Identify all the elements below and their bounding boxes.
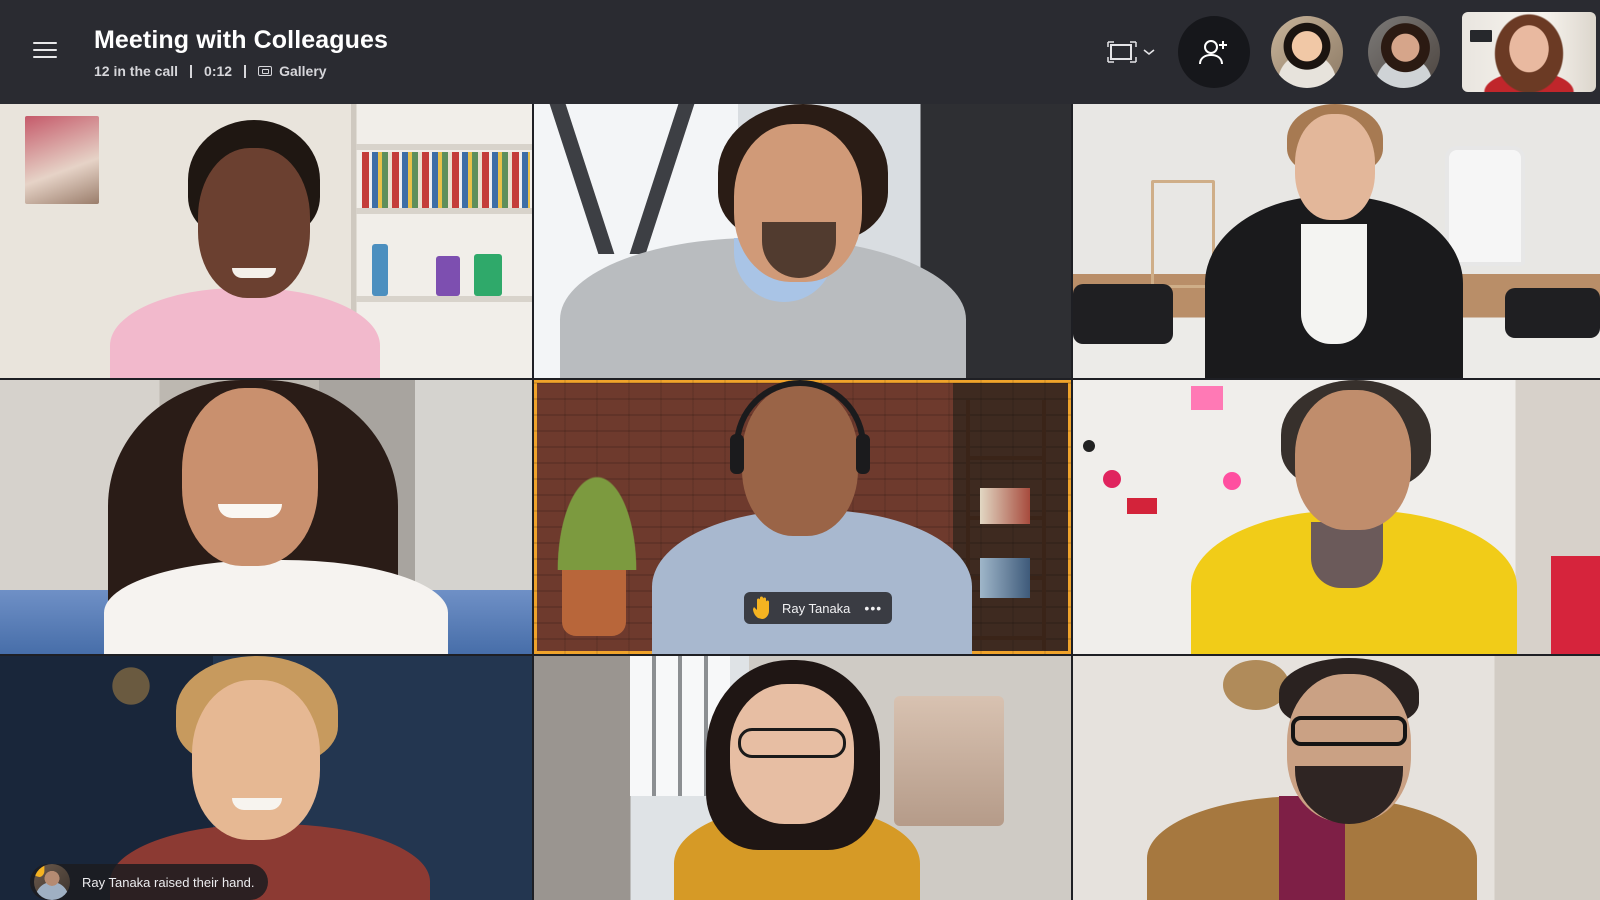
add-participant-button[interactable] [1178, 16, 1250, 88]
add-person-icon [1199, 40, 1227, 65]
participant-avatar[interactable] [1271, 16, 1343, 88]
hamburger-menu-icon[interactable] [30, 36, 60, 64]
participant-video [1073, 656, 1600, 900]
meeting-meta: 12 in the call 0:12 Gallery [94, 63, 327, 79]
participant-tile[interactable] [534, 656, 1071, 900]
self-view-thumbnail[interactable] [1462, 12, 1596, 92]
participant-name-tag: Ray Tanaka ••• [744, 592, 893, 624]
participant-tile[interactable] [1073, 104, 1600, 378]
participants-count: 12 in the call [94, 63, 179, 79]
participant-video [1073, 104, 1600, 378]
frame-view-icon [1107, 41, 1137, 63]
participant-tile[interactable] [1073, 380, 1600, 654]
meeting-title: Meeting with Colleagues [94, 26, 388, 54]
notification-avatar [34, 864, 70, 900]
view-mode-label[interactable]: Gallery [279, 63, 326, 79]
participant-video [0, 104, 532, 378]
wall-frame [1470, 30, 1492, 42]
call-duration: 0:12 [204, 63, 233, 79]
meta-separator [244, 64, 247, 78]
video-gallery: Ray Tanaka ••• Ray Tanaka raised their h… [0, 104, 1600, 900]
participant-video [534, 656, 1071, 900]
more-options-icon[interactable]: ••• [864, 600, 882, 616]
participant-tile[interactable] [0, 104, 532, 378]
view-layout-button[interactable] [1106, 38, 1160, 66]
participant-avatar[interactable] [1368, 16, 1440, 88]
raised-hand-icon [34, 864, 45, 877]
chevron-down-icon [1143, 49, 1155, 56]
participant-tile[interactable] [0, 380, 532, 654]
participant-tile[interactable] [1073, 656, 1600, 900]
participant-tile-active-speaker[interactable]: Ray Tanaka ••• [534, 380, 1071, 654]
participant-video [534, 104, 1071, 378]
hand-raised-notification: Ray Tanaka raised their hand. [30, 864, 269, 900]
meta-separator [190, 64, 193, 78]
raised-hand-icon [753, 596, 769, 619]
participant-name: Ray Tanaka [782, 600, 851, 616]
participant-tile[interactable]: Ray Tanaka raised their hand. [0, 656, 532, 900]
participant-video [0, 380, 532, 654]
participant-video [1073, 380, 1600, 654]
meeting-window: Meeting with Colleagues 12 in the call 0… [0, 0, 1600, 900]
gallery-icon [258, 66, 273, 76]
notification-text: Ray Tanaka raised their hand. [82, 874, 255, 890]
participant-tile[interactable] [534, 104, 1071, 378]
meeting-header: Meeting with Colleagues 12 in the call 0… [0, 0, 1600, 104]
